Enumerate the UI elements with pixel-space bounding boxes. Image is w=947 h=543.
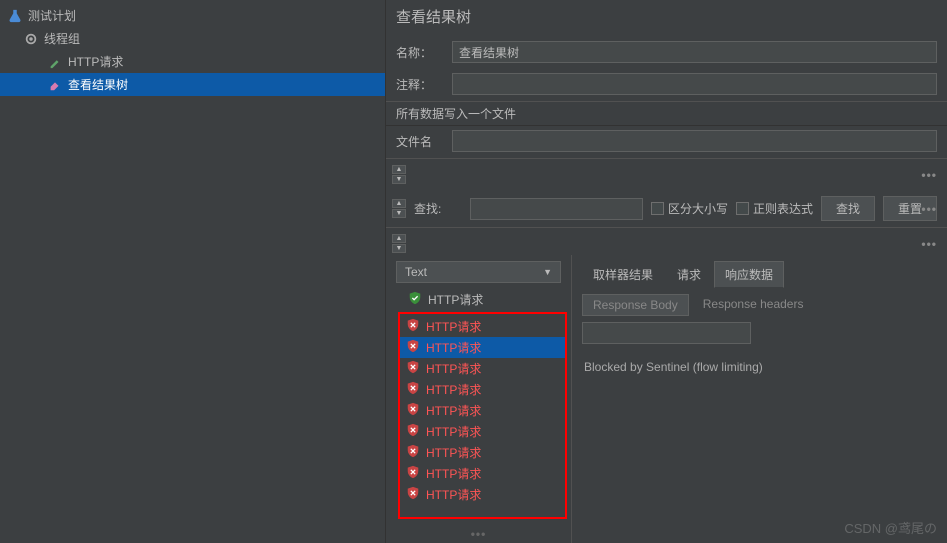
nav-arrows: ▲ ▼	[392, 199, 406, 218]
nav-arrows: ▲ ▼	[392, 234, 406, 253]
results-list: HTTP请求 HTTP请求 HTTP请求 HTTP请求 HTTP请求 HTTP请求 HTTP…	[398, 312, 567, 519]
gear-icon	[24, 32, 38, 46]
shield-ok-icon	[408, 291, 422, 308]
arrow-up-button[interactable]: ▲	[392, 234, 406, 243]
arrow-up-button[interactable]: ▲	[392, 199, 406, 208]
comment-input[interactable]	[452, 73, 937, 95]
chevron-down-icon: ▼	[543, 267, 552, 277]
regex-label: 正则表达式	[753, 200, 813, 217]
drag-handle-icon[interactable]: •••	[386, 525, 571, 543]
result-label: HTTP请求	[426, 318, 481, 335]
result-item[interactable]: HTTP请求	[400, 358, 565, 379]
results-panel: 查看结果树 名称： 注释： 所有数据写入一个文件 文件名 ▲ ▼ ••• ▲ ▼…	[386, 0, 947, 543]
subtab-0[interactable]: Response Body	[582, 294, 689, 316]
filename-input[interactable]	[452, 130, 937, 152]
name-input[interactable]	[452, 41, 937, 63]
result-item[interactable]: HTTP请求	[400, 463, 565, 484]
more-icon[interactable]: •••	[921, 168, 937, 182]
result-item[interactable]: HTTP请求	[400, 316, 565, 337]
response-subtabs: Response BodyResponse headers	[572, 288, 947, 320]
shield-fail-icon	[406, 486, 420, 503]
tree-item-resultsviewer[interactable]: 查看结果树	[0, 73, 385, 96]
result-label: HTTP请求	[426, 423, 481, 440]
search-label: 查找:	[414, 200, 462, 217]
nav-arrows: ▲ ▼	[392, 165, 406, 184]
more-icon[interactable]: •••	[921, 237, 937, 251]
arrow-down-button[interactable]: ▼	[392, 209, 406, 218]
format-select[interactable]: Text ▼	[396, 261, 561, 283]
result-label: HTTP请求	[426, 486, 481, 503]
result-item[interactable]: HTTP请求	[400, 400, 565, 421]
shield-fail-icon	[406, 360, 420, 377]
result-item[interactable]: HTTP请求	[400, 337, 565, 358]
result-label: HTTP请求	[426, 360, 481, 377]
pipette-icon	[48, 55, 62, 69]
tab-1[interactable]: 请求	[666, 261, 712, 288]
format-selected: Text	[405, 265, 427, 279]
arrow-up-button[interactable]: ▲	[392, 165, 406, 174]
response-tabs: 取样器结果请求响应数据	[572, 255, 947, 288]
shield-fail-icon	[406, 381, 420, 398]
result-label: HTTP请求	[428, 291, 483, 308]
tree-label: 查看结果树	[68, 76, 128, 93]
shield-fail-icon	[406, 318, 420, 335]
tree-label: HTTP请求	[68, 53, 123, 70]
tree-item-http[interactable]: HTTP请求	[0, 50, 385, 73]
more-icon[interactable]: •••	[921, 202, 937, 216]
flask-icon	[8, 9, 22, 23]
results-icon	[48, 78, 62, 92]
regex-checkbox[interactable]	[736, 202, 749, 215]
tab-0[interactable]: 取样器结果	[582, 261, 664, 288]
response-body: Blocked by Sentinel (flow limiting)	[572, 350, 947, 384]
subtab-1[interactable]: Response headers	[693, 294, 814, 316]
comment-label: 注释：	[396, 76, 444, 93]
response-filter-input[interactable]	[582, 322, 751, 344]
result-item[interactable]: HTTP请求	[400, 484, 565, 505]
shield-fail-icon	[406, 402, 420, 419]
shield-fail-icon	[406, 423, 420, 440]
tree-item-testplan[interactable]: 测试计划	[0, 4, 385, 27]
watermark: CSDN @鸢尾の	[844, 518, 937, 537]
results-column: Text ▼ HTTP请求 HTTP请求HTTP请求HTTP请求HTTP请求HT…	[386, 255, 572, 543]
tree-item-threadgroup[interactable]: 线程组	[0, 27, 385, 50]
response-column: 取样器结果请求响应数据 Response BodyResponse header…	[572, 255, 947, 543]
arrow-down-button[interactable]: ▼	[392, 244, 406, 253]
tab-2[interactable]: 响应数据	[714, 261, 784, 288]
case-sensitive-checkbox[interactable]	[651, 202, 664, 215]
tree-label: 线程组	[44, 30, 80, 47]
result-label: HTTP请求	[426, 465, 481, 482]
result-label: HTTP请求	[426, 402, 481, 419]
result-label: HTTP请求	[426, 339, 481, 356]
shield-fail-icon	[406, 465, 420, 482]
case-label: 区分大小写	[668, 200, 728, 217]
result-item[interactable]: HTTP请求	[402, 289, 571, 310]
shield-fail-icon	[406, 339, 420, 356]
search-button[interactable]: 查找	[821, 196, 875, 221]
result-label: HTTP请求	[426, 381, 481, 398]
result-item[interactable]: HTTP请求	[400, 421, 565, 442]
result-label: HTTP请求	[426, 444, 481, 461]
tree-label: 测试计划	[28, 7, 76, 24]
name-label: 名称：	[396, 44, 444, 61]
result-item[interactable]: HTTP请求	[400, 379, 565, 400]
write-file-section: 所有数据写入一个文件	[386, 101, 947, 126]
shield-fail-icon	[406, 444, 420, 461]
panel-title: 查看结果树	[386, 0, 947, 37]
search-input[interactable]	[470, 198, 643, 220]
arrow-down-button[interactable]: ▼	[392, 175, 406, 184]
result-item[interactable]: HTTP请求	[400, 442, 565, 463]
filename-label: 文件名	[396, 133, 444, 150]
test-plan-tree: 测试计划 线程组 HTTP请求 查看结果树	[0, 0, 386, 543]
